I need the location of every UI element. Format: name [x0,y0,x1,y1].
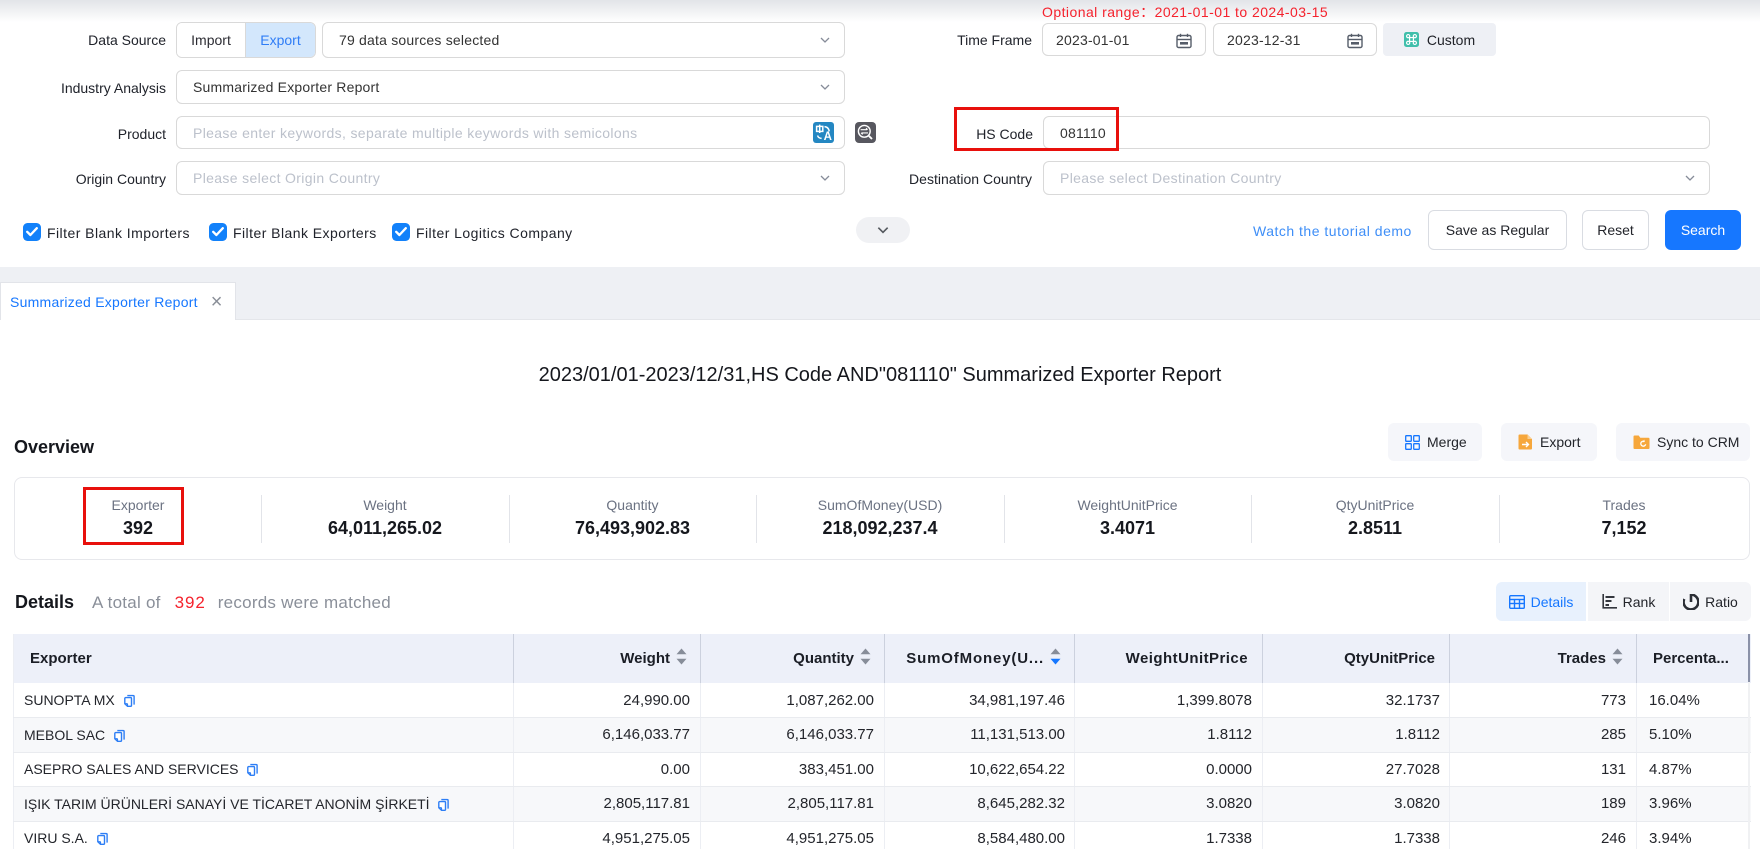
svg-text:A: A [824,131,832,143]
